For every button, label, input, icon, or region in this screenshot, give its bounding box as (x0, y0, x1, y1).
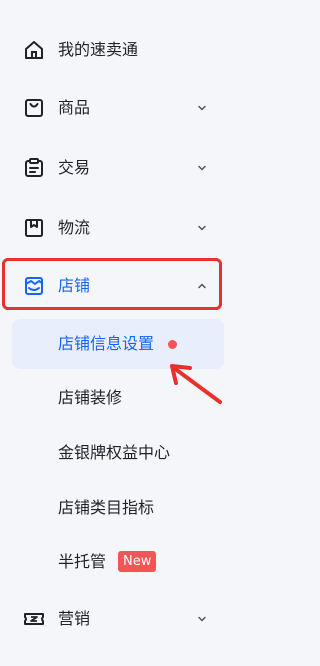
sidebar-item-products[interactable]: 商品 (12, 86, 222, 130)
chevron-down-icon[interactable] (196, 162, 208, 174)
submenu-item-label: 金银牌权益中心 (58, 443, 171, 462)
submenu-item-label: 店铺类目指标 (58, 498, 155, 517)
submenu-item-category-metrics[interactable]: 店铺类目指标 (12, 483, 224, 533)
ticket-icon (24, 613, 44, 625)
bag-icon (25, 99, 43, 117)
sidebar-item-label: 营销 (58, 609, 91, 628)
submenu-item-label: 店铺装修 (58, 388, 123, 407)
new-badge: New (118, 551, 157, 572)
sidebar-item-label: 我的速卖通 (58, 40, 139, 59)
chevron-up-icon[interactable] (196, 280, 208, 292)
sidebar-item-store[interactable]: 店铺 (12, 264, 222, 308)
sidebar-item-logistics[interactable]: 物流 (12, 206, 222, 250)
annotation-arrow-icon (170, 364, 222, 404)
sidebar-item-label: 交易 (58, 158, 91, 177)
chevron-down-icon[interactable] (196, 613, 208, 625)
sidebar-item-orders[interactable]: 交易 (12, 146, 222, 190)
sidebar-item-home[interactable]: 我的速卖通 (12, 28, 222, 72)
notification-dot (168, 340, 177, 349)
chevron-down-icon[interactable] (196, 102, 208, 114)
submenu-item-semi-managed[interactable]: 半托管 New (12, 537, 224, 587)
sidebar-item-marketing[interactable]: 营销 (12, 597, 222, 641)
submenu-item-label: 店铺信息设置 (58, 334, 155, 353)
submenu-item-label: 半托管 (58, 552, 107, 571)
store-icon (25, 277, 43, 295)
sidebar-item-label: 店铺 (58, 276, 91, 295)
sidebar-nav: 我的速卖通 商品 交易 物流 店铺 店铺信息设置 店铺装修 金银牌权益中心 店铺… (0, 0, 302, 666)
chevron-down-icon[interactable] (196, 222, 208, 234)
home-icon (25, 41, 43, 59)
package-icon (25, 219, 43, 237)
sidebar-item-label: 商品 (58, 98, 91, 117)
sidebar-item-label: 物流 (58, 218, 91, 237)
submenu-item-gold-silver-benefits[interactable]: 金银牌权益中心 (12, 428, 224, 478)
clipboard-icon (25, 158, 43, 177)
